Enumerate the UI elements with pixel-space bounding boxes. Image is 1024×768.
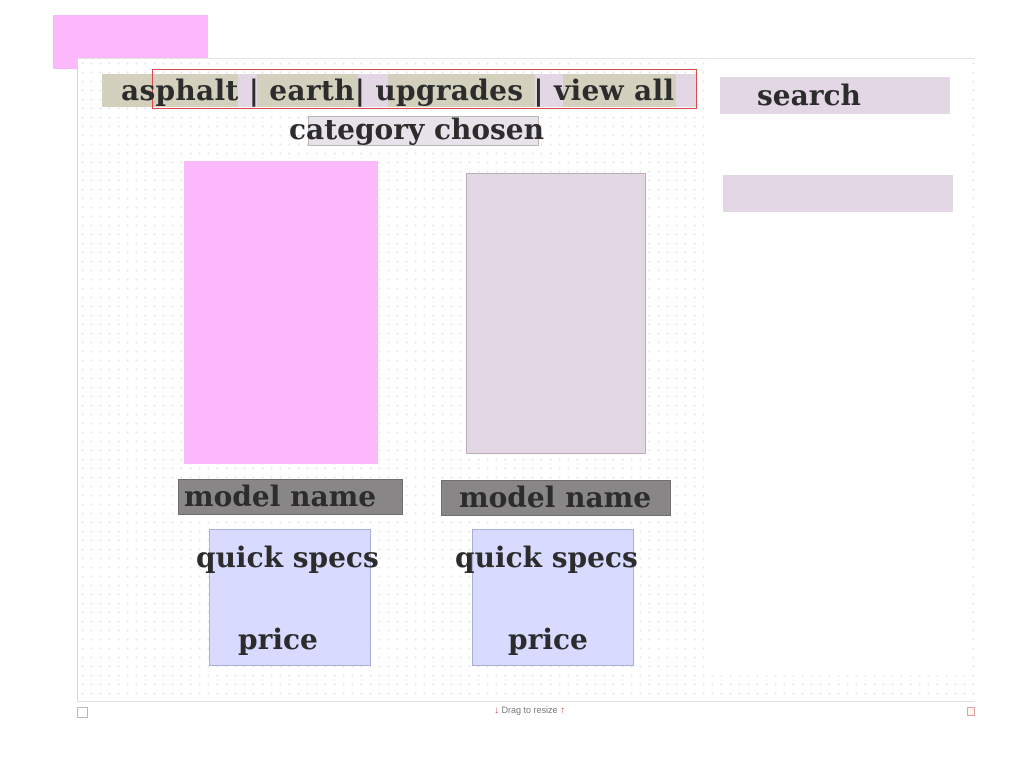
status-bar: ↓ Drag to resize ↑ — [77, 701, 975, 721]
corner-icon[interactable] — [967, 707, 975, 716]
checkbox[interactable] — [77, 707, 88, 718]
price: price — [238, 623, 318, 656]
resize-hint-text: Drag to resize — [501, 705, 558, 715]
quick-specs: quick specs — [455, 541, 638, 574]
resize-handle[interactable]: ↓ Drag to resize ↑ — [494, 705, 565, 716]
sidebar-panel — [708, 59, 969, 675]
nav-item-view-all[interactable]: view all — [554, 74, 674, 107]
model-name[interactable]: model name — [441, 480, 671, 516]
search-label: search — [757, 79, 861, 112]
arrow-up-icon: ↑ — [560, 705, 566, 716]
quick-specs: quick specs — [196, 541, 379, 574]
nav-item-asphalt[interactable]: asphalt — [121, 74, 239, 107]
search-result-field[interactable] — [723, 175, 953, 212]
arrow-down-icon: ↓ — [494, 705, 499, 716]
nav-separator: | — [533, 74, 544, 107]
nav-separator: | — [354, 74, 366, 107]
category-heading: category chosen — [289, 113, 544, 146]
model-name[interactable]: model name — [178, 479, 403, 515]
category-nav: asphalt | earth| upgrades | view all — [121, 74, 674, 107]
price: price — [508, 623, 588, 656]
nav-item-earth[interactable]: earth — [269, 74, 355, 107]
nav-item-upgrades[interactable]: upgrades — [375, 74, 523, 107]
product-image[interactable] — [466, 173, 646, 454]
product-image[interactable] — [184, 161, 378, 464]
nav-separator: | — [248, 74, 260, 107]
